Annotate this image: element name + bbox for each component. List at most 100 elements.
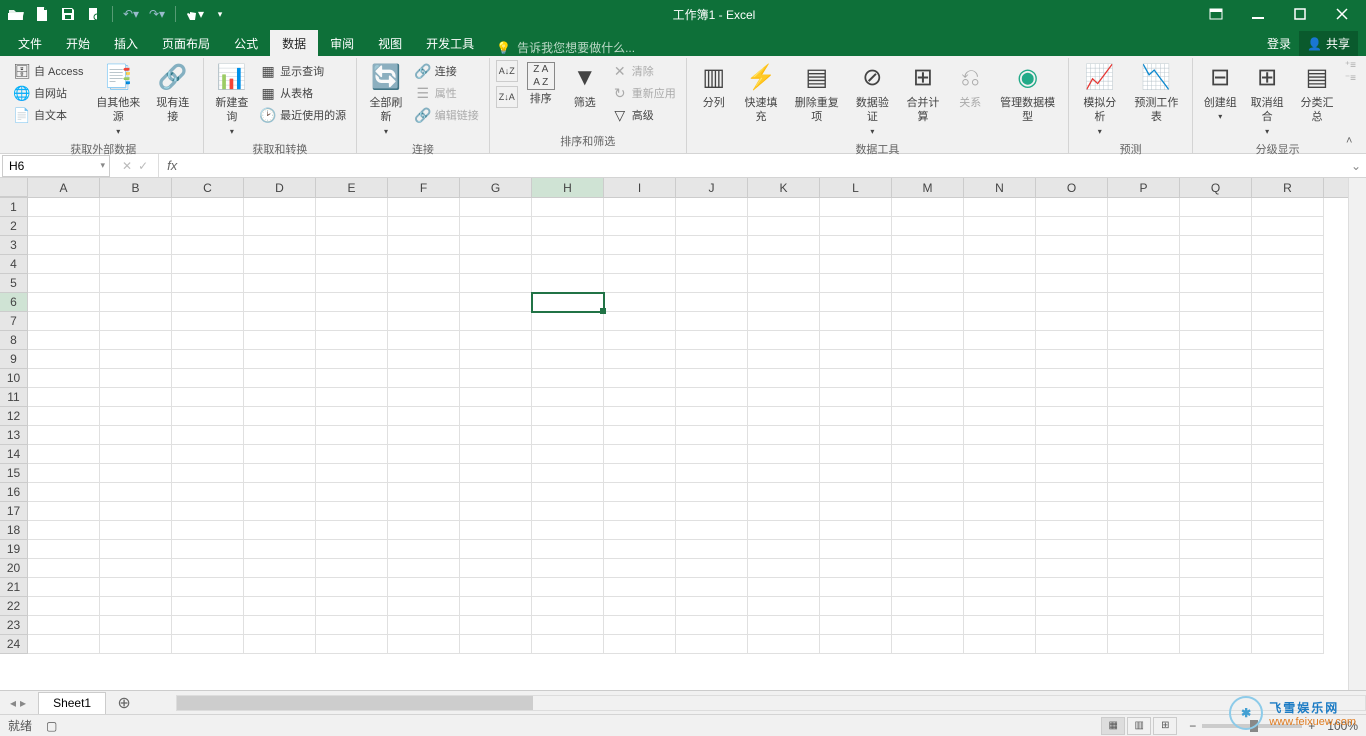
cell[interactable] xyxy=(1180,578,1252,597)
cell[interactable] xyxy=(532,198,604,217)
forecast-sheet-button[interactable]: 📉预测工作表 xyxy=(1127,60,1187,127)
cell[interactable] xyxy=(1180,483,1252,502)
cell[interactable] xyxy=(748,274,820,293)
cell[interactable] xyxy=(100,597,172,616)
collapse-ribbon-icon[interactable]: ˄ xyxy=(1346,135,1362,151)
cell[interactable] xyxy=(676,597,748,616)
data-model-button[interactable]: ◉管理数据模型 xyxy=(993,60,1062,127)
cell[interactable] xyxy=(388,274,460,293)
cell[interactable] xyxy=(676,502,748,521)
cell[interactable] xyxy=(1180,521,1252,540)
cell[interactable] xyxy=(28,559,100,578)
cell[interactable] xyxy=(460,578,532,597)
cell[interactable] xyxy=(1180,635,1252,654)
cell[interactable] xyxy=(604,255,676,274)
row-header[interactable]: 11 xyxy=(0,388,28,407)
cell[interactable] xyxy=(604,635,676,654)
cell[interactable] xyxy=(1252,597,1324,616)
cell[interactable] xyxy=(820,578,892,597)
cell[interactable] xyxy=(460,502,532,521)
connections-button[interactable]: 🔗连接 xyxy=(411,60,483,82)
cell[interactable] xyxy=(820,274,892,293)
cancel-formula-icon[interactable]: ✕ xyxy=(122,159,132,173)
ungroup-button[interactable]: ⊞取消组合▾ xyxy=(1243,60,1291,139)
flash-fill-button[interactable]: ⚡快速填充 xyxy=(737,60,786,127)
cell[interactable] xyxy=(1108,369,1180,388)
cell[interactable] xyxy=(100,293,172,312)
cell[interactable] xyxy=(100,255,172,274)
cell[interactable] xyxy=(604,426,676,445)
cell[interactable] xyxy=(316,274,388,293)
cell[interactable] xyxy=(748,217,820,236)
fx-icon[interactable]: fx xyxy=(159,158,185,173)
cell[interactable] xyxy=(1252,255,1324,274)
cell[interactable] xyxy=(1036,331,1108,350)
cell[interactable] xyxy=(748,293,820,312)
column-header[interactable]: G xyxy=(460,178,532,197)
cell[interactable] xyxy=(100,502,172,521)
reapply-button[interactable]: ↻重新应用 xyxy=(608,82,680,104)
cell[interactable] xyxy=(892,255,964,274)
cell[interactable] xyxy=(388,445,460,464)
cell[interactable] xyxy=(892,331,964,350)
cell[interactable] xyxy=(676,236,748,255)
cell[interactable] xyxy=(28,464,100,483)
cell[interactable] xyxy=(316,540,388,559)
cell[interactable] xyxy=(172,388,244,407)
cell[interactable] xyxy=(1108,198,1180,217)
cell[interactable] xyxy=(100,464,172,483)
from-text-button[interactable]: 📄自文本 xyxy=(10,104,88,126)
cell[interactable] xyxy=(172,217,244,236)
cell[interactable] xyxy=(1108,597,1180,616)
cell[interactable] xyxy=(100,483,172,502)
cell[interactable] xyxy=(1180,350,1252,369)
row-header[interactable]: 13 xyxy=(0,426,28,445)
cell[interactable] xyxy=(316,236,388,255)
cell[interactable] xyxy=(604,464,676,483)
cell[interactable] xyxy=(244,521,316,540)
cell[interactable] xyxy=(460,407,532,426)
cell[interactable] xyxy=(532,407,604,426)
cell[interactable] xyxy=(604,502,676,521)
cell[interactable] xyxy=(1036,464,1108,483)
cell[interactable] xyxy=(532,578,604,597)
cell[interactable] xyxy=(892,312,964,331)
cell[interactable] xyxy=(172,483,244,502)
cell[interactable] xyxy=(316,331,388,350)
cell[interactable] xyxy=(748,597,820,616)
column-header[interactable]: P xyxy=(1108,178,1180,197)
cell[interactable] xyxy=(460,217,532,236)
cell[interactable] xyxy=(244,255,316,274)
cell[interactable] xyxy=(316,255,388,274)
row-header[interactable]: 23 xyxy=(0,616,28,635)
cell[interactable] xyxy=(172,350,244,369)
cell[interactable] xyxy=(604,616,676,635)
cell[interactable] xyxy=(388,559,460,578)
cell[interactable] xyxy=(1108,350,1180,369)
cell[interactable] xyxy=(460,236,532,255)
cell[interactable] xyxy=(1108,502,1180,521)
properties-button[interactable]: ☰属性 xyxy=(411,82,483,104)
cell[interactable] xyxy=(1252,407,1324,426)
cell[interactable] xyxy=(820,445,892,464)
cell[interactable] xyxy=(460,274,532,293)
cell[interactable] xyxy=(388,597,460,616)
cell[interactable] xyxy=(388,198,460,217)
cell[interactable] xyxy=(1252,578,1324,597)
cell[interactable] xyxy=(244,388,316,407)
cell[interactable] xyxy=(460,293,532,312)
cell[interactable] xyxy=(820,198,892,217)
cell[interactable] xyxy=(1036,616,1108,635)
advanced-filter-button[interactable]: ▽高级 xyxy=(608,104,680,126)
group-button[interactable]: ⊟创建组▾ xyxy=(1199,60,1241,125)
cell[interactable] xyxy=(1036,502,1108,521)
cell[interactable] xyxy=(820,312,892,331)
show-query-button[interactable]: ▦显示查询 xyxy=(256,60,350,82)
tab-developer[interactable]: 开发工具 xyxy=(414,30,486,56)
relations-button[interactable]: ⎌关系 xyxy=(949,60,991,112)
from-table-button[interactable]: ▦从表格 xyxy=(256,82,350,104)
cell[interactable] xyxy=(388,540,460,559)
cell[interactable] xyxy=(172,236,244,255)
cell[interactable] xyxy=(460,540,532,559)
cell[interactable] xyxy=(28,483,100,502)
